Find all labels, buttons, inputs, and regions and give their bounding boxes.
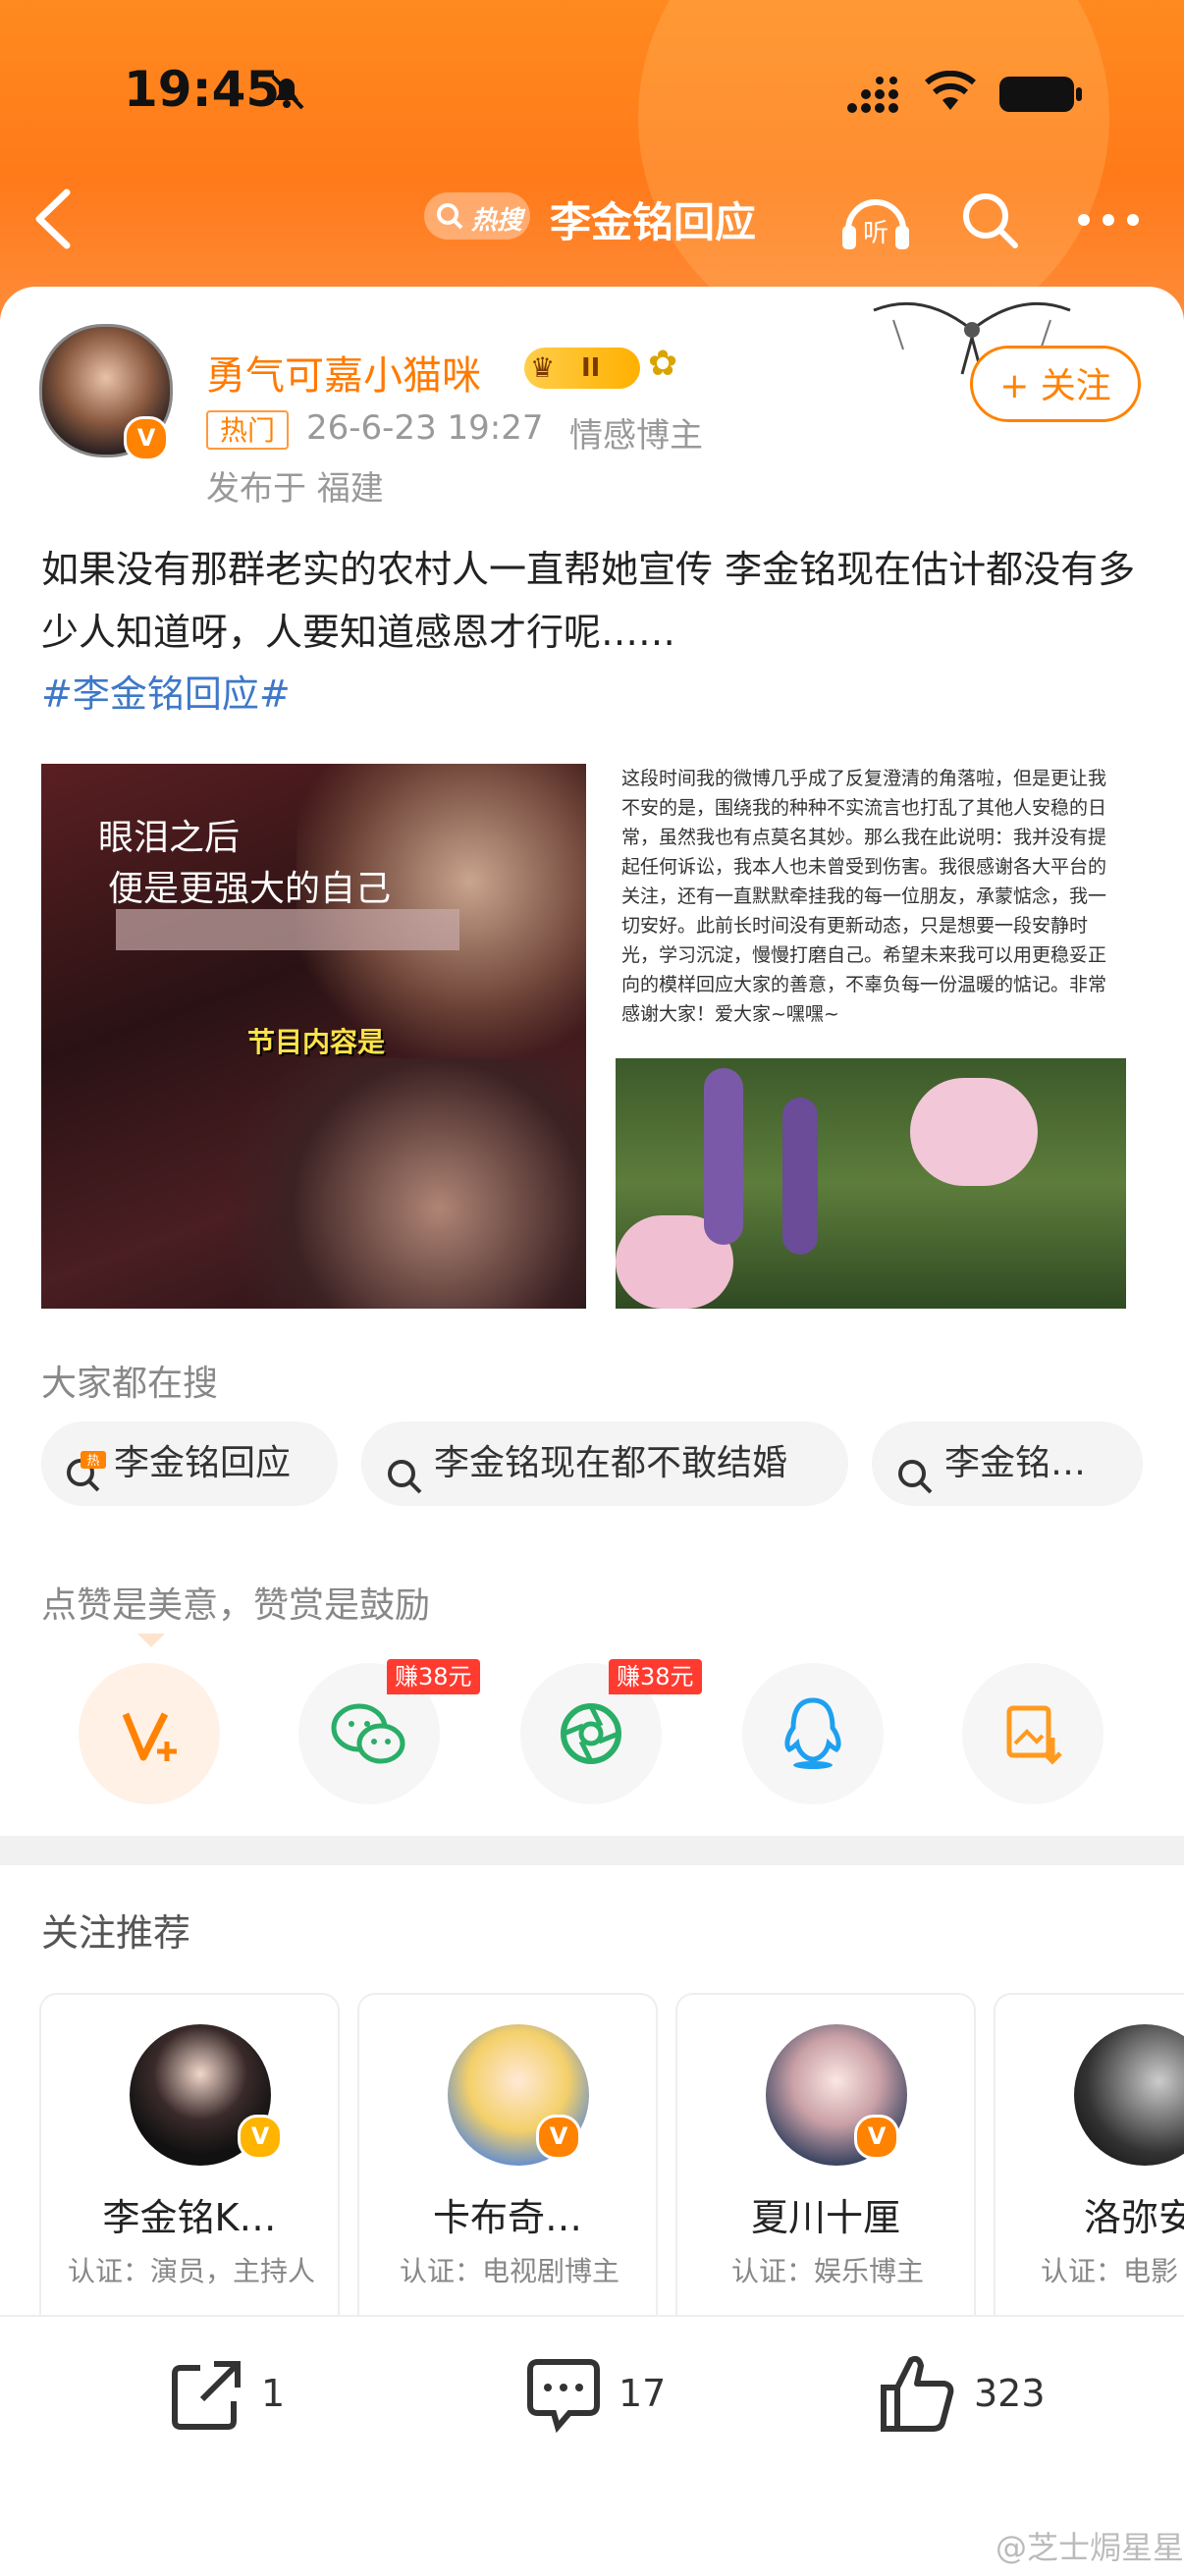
repost-icon[interactable] (167, 2356, 245, 2439)
cellular-signal-icon (846, 77, 909, 120)
recommend-desc: 认证：娱乐博主 (730, 2255, 924, 2287)
search-icon (434, 200, 465, 239)
more-icon[interactable] (1074, 210, 1143, 234)
recommend-desc: 认证：演员，主持人 (67, 2255, 315, 2287)
like-icon[interactable] (876, 2352, 956, 2439)
lavender-stem (704, 1068, 743, 1245)
image-caption: 节目内容是 (247, 1026, 386, 1058)
pointer-arrow-icon (137, 1634, 165, 1647)
wechat-icon (330, 1700, 408, 1773)
flower-photo (616, 1058, 1126, 1309)
svg-text:热: 热 (86, 1454, 99, 1469)
listen-icon[interactable]: 听 (836, 183, 915, 265)
recommend-name: 李金铭K… (102, 2196, 277, 2239)
overlay-line-1: 眼泪之后 (98, 818, 241, 858)
watermark: @芝士焗星星 (995, 2529, 1184, 2566)
moments-icon (558, 1700, 624, 1771)
follow-button[interactable]: + 关注 (970, 346, 1141, 422)
save-image-icon (1005, 1704, 1064, 1769)
recommend-card-4[interactable]: 洛弥安 认证：电影 (994, 1993, 1184, 2346)
qq-share-button[interactable] (742, 1663, 884, 1804)
section-divider (0, 1836, 1184, 1865)
recommend-name: 夏川十厘 (750, 2196, 900, 2239)
search-chip-1[interactable]: 热 李金铭回应 (41, 1422, 338, 1506)
verified-badge: V (854, 2115, 899, 2160)
save-image-button[interactable] (962, 1663, 1103, 1804)
recommend-card-2[interactable]: V 卡布奇… 认证：电视剧博主 (357, 1993, 658, 2346)
lavender-stem (782, 1098, 818, 1255)
chip-label: 李金铭… (944, 1443, 1087, 1483)
search-chip-3[interactable]: 李金铭… (872, 1422, 1143, 1506)
earn-badge-2: 赚38元 (609, 1659, 702, 1694)
post-location: 发布于 福建 (206, 469, 384, 509)
search-chip-2[interactable]: 李金铭现在都不敢结婚 (361, 1422, 848, 1506)
recommend-desc: 认证：电影 (1041, 2255, 1179, 2287)
header-background (0, 0, 1184, 353)
earn-badge-1: 赚38元 (387, 1659, 480, 1694)
recommend-desc: 认证：电视剧博主 (399, 2255, 619, 2287)
level-text: II (581, 353, 601, 383)
status-time: 19:45 (124, 61, 281, 118)
hot-tag: 热门 (206, 410, 289, 450)
v-plus-icon (120, 1706, 183, 1769)
face-shape-bottom (218, 1058, 586, 1309)
chip-label: 李金铭回应 (114, 1443, 292, 1483)
back-arrow-icon[interactable] (29, 185, 79, 257)
comment-icon[interactable] (524, 2354, 603, 2437)
overlay-line-2: 便是更强大的自己 (108, 869, 392, 909)
recommend-card-3[interactable]: V 夏川十厘 认证：娱乐博主 (675, 1993, 976, 2346)
author-name[interactable]: 勇气可嘉小猫咪 (206, 344, 481, 401)
post-date: 26-6-23 19:27 (306, 408, 544, 448)
search-icon (895, 1443, 935, 1506)
battery-icon (997, 73, 1086, 120)
chip-label: 李金铭现在都不敢结婚 (434, 1443, 788, 1483)
verified-badge: V (536, 2115, 581, 2160)
post-image-1[interactable]: 眼泪之后 便是更强大的自己 节目内容是 (41, 764, 586, 1309)
post-hashtag[interactable]: #李金铭回应# (41, 664, 291, 718)
verified-badge: V (238, 2115, 283, 2160)
reward-button[interactable] (79, 1663, 220, 1804)
crown-icon: ♛ (530, 351, 556, 384)
pink-flower (910, 1078, 1038, 1186)
author-role: 情感博主 (569, 416, 703, 456)
repost-count: 1 (261, 2372, 286, 2415)
post-image-2[interactable]: 这段时间我的微博几乎成了反复澄清的角落啦，但是更让我不安的是，围绕我的种种不实流… (616, 764, 1126, 1309)
mute-bell-icon (265, 69, 308, 116)
recommend-name: 卡布奇… (432, 2196, 582, 2239)
blurred-bar (116, 909, 459, 950)
search-icon (385, 1443, 424, 1506)
wifi-icon (923, 70, 978, 118)
svg-text:听: 听 (863, 219, 888, 248)
search-icon[interactable] (956, 187, 1025, 259)
recommend-name: 洛弥安 (1084, 2196, 1184, 2239)
level-badge: ♛ II (524, 348, 640, 389)
search-section-label: 大家都在搜 (41, 1364, 219, 1404)
hot-search-badge: 热搜 (424, 192, 530, 240)
flower-icon: ✿ (648, 344, 678, 384)
hot-search-label: 热搜 (471, 206, 523, 236)
post-text: 如果没有那群老实的农村人一直帮她宣传 李金铭现在估计都没有多少人知道呀，人要知道… (41, 548, 1136, 654)
qq-icon (781, 1696, 844, 1775)
like-count: 323 (974, 2372, 1046, 2415)
verified-badge: V (124, 416, 169, 461)
hot-search-icon: 热 (63, 1441, 106, 1506)
recommend-card-1[interactable]: V 李金铭K… 认证：演员，主持人 (39, 1993, 340, 2346)
image-overlay-text: 眼泪之后 便是更强大的自己 (98, 813, 391, 915)
page-title: 李金铭回应 (550, 198, 757, 246)
statement-text: 这段时间我的微博几乎成了反复澄清的角落啦，但是更让我不安的是，围绕我的种种不实流… (621, 768, 1107, 1025)
comment-count: 17 (619, 2372, 667, 2415)
share-section-label: 点赞是美意，赞赏是鼓励 (41, 1585, 431, 1626)
recommend-section-label: 关注推荐 (41, 1911, 191, 1955)
recommend-avatar (1074, 2024, 1184, 2166)
